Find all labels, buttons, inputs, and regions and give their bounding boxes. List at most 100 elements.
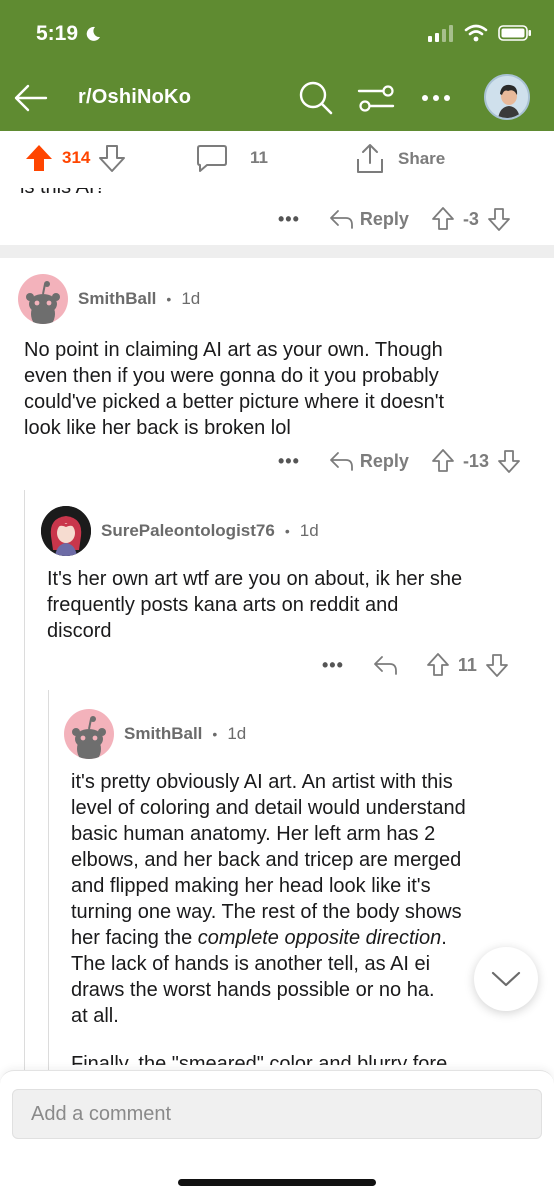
back-button[interactable] <box>10 78 50 118</box>
more-icon <box>422 95 450 101</box>
post-actions-bar: 314 11 Share <box>0 131 554 189</box>
downvote-icon[interactable] <box>98 143 126 173</box>
nav-bar: r/OshiNoKo <box>0 70 554 126</box>
author-name[interactable]: SmithBall <box>124 724 202 744</box>
signal-icon <box>428 25 453 42</box>
comment-header: SmithBall • 1d <box>18 274 200 324</box>
reply-button[interactable]: Reply <box>328 208 409 230</box>
more-button[interactable]: ••• <box>322 655 344 676</box>
subreddit-title[interactable]: r/OshiNoKo <box>78 86 191 109</box>
upvote-icon[interactable] <box>431 206 455 232</box>
back-arrow-icon <box>14 84 48 112</box>
comment-line-cut: Finally, the "smeared" color and blurry … <box>71 1051 541 1065</box>
user-avatar[interactable] <box>484 74 530 120</box>
author-name[interactable]: SurePaleontologist76 <box>101 521 275 541</box>
downvote-icon[interactable] <box>485 652 509 678</box>
meta-separator: • <box>284 523 290 539</box>
comment-line: level of coloring and detail would under… <box>71 797 466 819</box>
post-score: 314 <box>62 148 91 167</box>
comment-line: basic human anatomy. Her left arm has 2 <box>71 823 436 845</box>
reply-icon <box>374 656 397 675</box>
line-text: Finally, the "smeared" color and blurry … <box>71 1053 448 1065</box>
avatar[interactable] <box>64 709 114 759</box>
share-icon <box>357 144 383 173</box>
meta-separator: • <box>166 291 172 307</box>
comment-icon <box>197 145 227 172</box>
comment-line: turning one way. The rest of the body sh… <box>71 901 462 923</box>
filter-icon <box>357 85 395 112</box>
share-label: Share <box>398 149 446 168</box>
status-indicators <box>428 24 532 42</box>
comment-line: It's her own art wtf are you on about, i… <box>47 568 463 590</box>
comment-age: 1d <box>227 724 247 743</box>
more-button[interactable]: ••• <box>278 209 300 230</box>
comment-count: 11 <box>250 148 268 167</box>
reply-label: Reply <box>359 208 409 229</box>
upvote-icon[interactable] <box>431 448 455 474</box>
emphasis-text: complete opposite direction <box>197 927 442 949</box>
comment-line: look like her back is broken lol <box>24 417 291 439</box>
avatar[interactable] <box>18 274 68 324</box>
thread-divider <box>0 245 554 258</box>
comment-score: -13 <box>462 450 489 471</box>
anime-avatar-icon <box>41 506 91 556</box>
reply-button[interactable]: Reply <box>328 450 409 472</box>
reply-label: Reply <box>359 450 409 471</box>
vote-group: -3 <box>431 206 511 232</box>
avatar-icon <box>486 76 528 118</box>
app-header: 5:19 r/OshiNoKo <box>0 0 554 131</box>
comment-age: 1d <box>181 289 201 308</box>
author-name[interactable]: SmithBall <box>78 289 156 309</box>
comment-line: even then if you were gonna do it you pr… <box>24 365 439 387</box>
comment-score: -3 <box>462 208 479 229</box>
post-vote-group: 314 <box>24 143 126 173</box>
comment-line: could've picked a better picture where i… <box>24 391 445 413</box>
upvote-icon[interactable] <box>426 652 450 678</box>
reply-icon <box>330 210 353 229</box>
line-text: . <box>441 927 447 949</box>
search-button[interactable] <box>296 78 336 118</box>
avatar[interactable] <box>41 506 91 556</box>
downvote-icon[interactable] <box>497 448 521 474</box>
comment-line: elbows, and her back and tricep are merg… <box>71 849 462 871</box>
downvote-icon[interactable] <box>487 206 511 232</box>
comment-line: No point in claiming AI art as your own.… <box>24 339 443 361</box>
comment-header: SurePaleontologist76 • 1d <box>41 506 319 556</box>
more-button[interactable]: ••• <box>278 451 300 472</box>
snoo-icon <box>26 281 60 324</box>
reply-button[interactable] <box>372 654 398 676</box>
comment-line: draws the worst hands possible or no ha. <box>71 979 435 1001</box>
battery-icon <box>498 25 531 41</box>
search-icon <box>299 81 333 115</box>
share-button[interactable]: Share <box>354 143 445 175</box>
comment-line: her facing the complete opposite directi… <box>71 925 541 951</box>
comment-line: it's pretty obviously AI art. An artist … <box>71 771 453 793</box>
home-indicator[interactable] <box>178 1179 376 1186</box>
vote-group: -13 <box>431 448 521 474</box>
thread-line[interactable] <box>24 490 25 1070</box>
vote-group: 11 <box>426 652 509 678</box>
comment-body: It's her own art wtf are you on about, i… <box>47 566 537 644</box>
next-comment-button[interactable] <box>474 947 538 1011</box>
sort-filter-button[interactable] <box>356 78 396 118</box>
comment-line: frequently posts kana arts on reddit and <box>47 594 399 616</box>
comment-actions: ••• 11 <box>322 652 509 678</box>
more-options-button[interactable] <box>416 78 456 118</box>
comment-line: The lack of hands is another tell, as AI… <box>71 953 431 975</box>
comment-score: 11 <box>457 654 477 675</box>
wifi-icon <box>464 24 488 42</box>
clock-text: 5:19 <box>36 22 79 45</box>
line-text: her facing the <box>71 927 198 949</box>
post-comments-button[interactable]: 11 <box>196 143 268 173</box>
comment-body: No point in claiming AI art as your own.… <box>24 337 534 441</box>
comment-line: at all. <box>71 1005 119 1027</box>
status-time: 5:19 <box>36 22 102 46</box>
add-comment-input[interactable] <box>12 1089 542 1139</box>
thread-line[interactable] <box>48 690 49 1070</box>
comment-body: it's pretty obviously AI art. An artist … <box>71 769 541 1065</box>
comment-line: and flipped making her head look like it… <box>71 875 431 897</box>
upvote-icon[interactable] <box>24 143 54 173</box>
meta-separator: • <box>212 726 218 742</box>
comment-composer <box>0 1070 554 1200</box>
moon-icon <box>86 26 101 41</box>
